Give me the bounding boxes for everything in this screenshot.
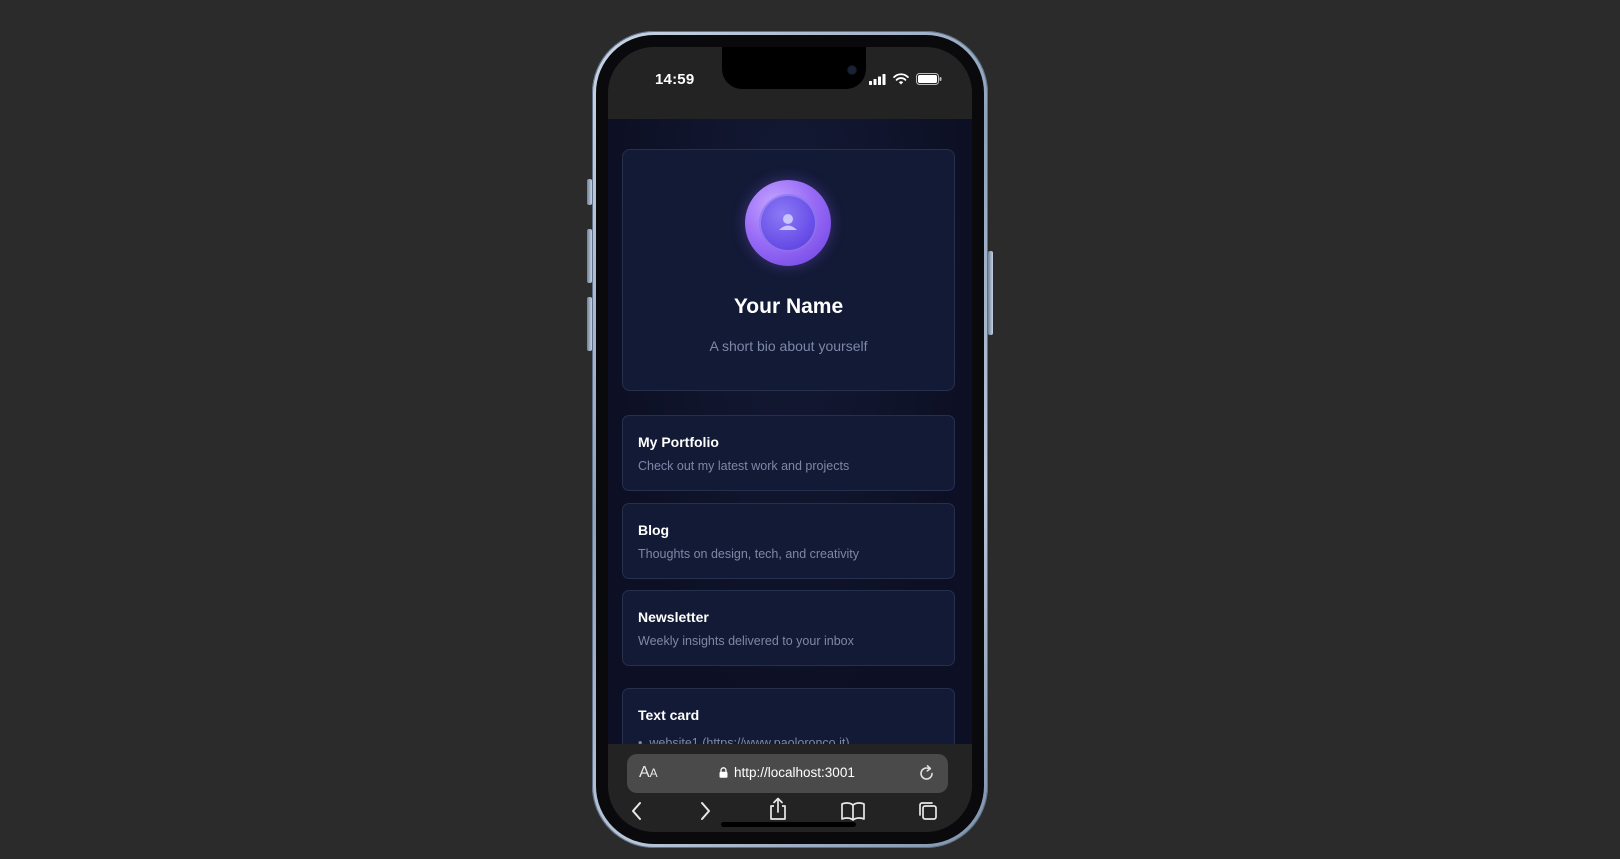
reader-text-size-button[interactable]: AA [639, 764, 658, 782]
link-card-portfolio[interactable]: My Portfolio Check out my latest work an… [622, 415, 955, 491]
link-card-blog[interactable]: Blog Thoughts on design, tech, and creat… [622, 503, 955, 579]
volume-down-button [587, 297, 592, 351]
profile-name: Your Name [733, 295, 844, 318]
profile-bio: A short bio about yourself [709, 338, 868, 354]
url-display[interactable]: http://localhost:3001 [719, 765, 855, 780]
forward-icon [701, 802, 710, 820]
forward-button[interactable] [698, 800, 712, 827]
address-bar[interactable]: AA http://localhost:3001 [627, 754, 948, 793]
volume-up-button [587, 229, 592, 283]
link-description: Weekly insights delivered to your inbox [638, 634, 854, 648]
link-description: Check out my latest work and projects [638, 459, 850, 473]
status-time: 14:59 [655, 71, 695, 88]
home-indicator [721, 822, 856, 827]
link-title: My Portfolio [638, 434, 719, 450]
reload-button[interactable] [917, 764, 936, 788]
browser-bottom-bar: AA http://localhost:3001 [608, 744, 972, 832]
url-text: http://localhost:3001 [734, 765, 855, 780]
aa-label-small: A [649, 766, 658, 780]
back-icon [632, 802, 641, 820]
reload-icon [920, 765, 933, 780]
bookmarks-icon [841, 802, 865, 821]
notch [722, 47, 866, 89]
back-button[interactable] [630, 800, 644, 827]
avatar [745, 180, 831, 266]
profile-card: Your Name A short bio about yourself [622, 149, 955, 391]
tabs-icon [919, 802, 937, 820]
user-icon [779, 214, 797, 230]
aa-label-big: A [639, 764, 650, 781]
web-content: Your Name A short bio about yourself My … [608, 119, 972, 744]
battery-icon [916, 73, 942, 85]
link-title: Blog [638, 522, 670, 538]
lock-icon [719, 767, 728, 778]
phone-frame: 14:59 Your Name A short bio about yourse… [587, 31, 993, 848]
text-card-title: Text card [638, 707, 700, 723]
stage: 14:59 Your Name A short bio about yourse… [0, 0, 1620, 859]
status-bar: 14:59 [608, 47, 972, 119]
link-title: Newsletter [638, 609, 709, 625]
link-card-newsletter[interactable]: Newsletter Weekly insights delivered to … [622, 590, 955, 666]
text-card-item[interactable]: • website1 (https://www.paoloronco.it) [638, 736, 849, 744]
silent-switch [587, 179, 592, 205]
link-description: Thoughts on design, tech, and creativity [638, 547, 859, 561]
power-button [988, 251, 993, 335]
camera-icon [848, 66, 856, 74]
avatar-inner [759, 194, 817, 252]
signal-icon [869, 73, 886, 85]
share-icon [770, 797, 786, 820]
bullet-icon: • [638, 736, 643, 744]
text-card: Text card • website1 (https://www.paoloro… [622, 688, 955, 744]
text-card-item-label: website1 (https://www.paoloronco.it) [649, 736, 850, 744]
wifi-icon [893, 73, 909, 85]
phone-screen: 14:59 Your Name A short bio about yourse… [608, 47, 972, 832]
tabs-button[interactable] [917, 800, 939, 827]
status-icons [869, 73, 942, 85]
